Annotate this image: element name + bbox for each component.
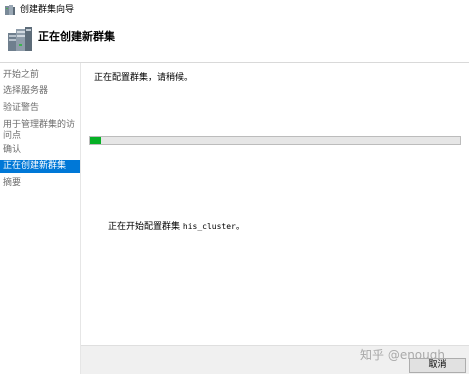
step-confirmation[interactable]: 确认 [0, 145, 80, 156]
progress-bar [89, 136, 461, 145]
wizard-content: 正在配置群集，请稍候。 正在开始配置群集 his_cluster。 [81, 63, 469, 345]
cancel-button[interactable]: 取消 [409, 358, 466, 373]
cluster-wizard-icon [5, 5, 15, 15]
wizard-footer: 知乎 @enough 取消 [81, 345, 469, 374]
step-select-servers[interactable]: 选择服务器 [0, 86, 80, 97]
page-title: 正在创建新群集 [38, 30, 115, 43]
detail-suffix: 。 [235, 222, 245, 232]
step-summary[interactable]: 摘要 [0, 178, 80, 189]
status-message: 正在配置群集，请稍候。 [94, 73, 194, 83]
create-cluster-wizard-window: 创建群集向导 正在创建新群集 开始之前 选择服务器 验证警告 用于管理群集的访问… [0, 0, 469, 374]
step-access-point[interactable]: 用于管理群集的访问点 [0, 120, 80, 142]
window-title: 创建群集向导 [20, 5, 75, 15]
progress-bar-fill [90, 137, 102, 144]
step-before-you-begin[interactable]: 开始之前 [0, 70, 80, 81]
cluster-servers-icon [8, 27, 32, 51]
detail-prefix: 正在开始配置群集 [108, 222, 183, 232]
detail-message: 正在开始配置群集 his_cluster。 [108, 221, 245, 233]
wizard-steps-sidebar: 开始之前 选择服务器 验证警告 用于管理群集的访问点 确认 正在创建新群集 摘要 [0, 63, 81, 374]
step-validation-warning[interactable]: 验证警告 [0, 103, 80, 114]
step-creating-cluster[interactable]: 正在创建新群集 [0, 160, 80, 173]
title-bar: 创建群集向导 [0, 0, 469, 20]
wizard-header: 正在创建新群集 [0, 20, 469, 63]
cluster-name: his_cluster [182, 222, 236, 231]
